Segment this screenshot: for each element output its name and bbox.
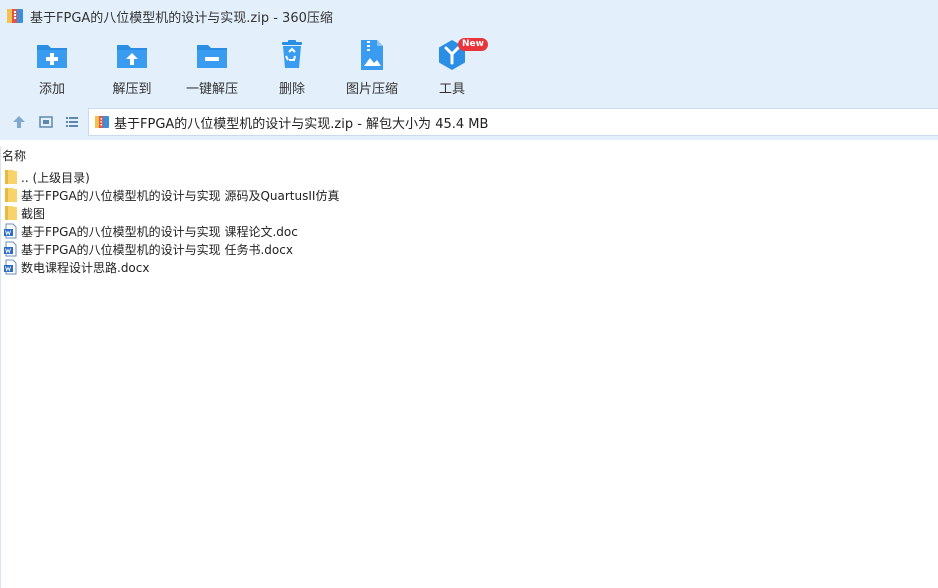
one-click-extract-button[interactable]: 一键解压 (172, 38, 252, 100)
word-document-icon (4, 223, 17, 239)
file-name: 基于FPGA的八位模型机的设计与实现 课程论文.doc (21, 224, 298, 239)
add-label: 添加 (38, 82, 65, 97)
list-item[interactable]: 基于FPGA的八位模型机的设计与实现 源码及QuartusII仿真 (0, 186, 938, 204)
file-name: 基于FPGA的八位模型机的设计与实现 任务书.docx (21, 242, 293, 257)
file-name: .. (上级目录) (21, 170, 90, 185)
up-level-button[interactable] (9, 112, 29, 132)
toolbar: 添加 解压到 一键解压 删除 图片压缩 New 工具 (0, 32, 938, 104)
image-compress-label: 图片压缩 (345, 82, 398, 97)
delete-button[interactable]: 删除 (252, 38, 332, 100)
extract-to-button[interactable]: 解压到 (92, 38, 172, 100)
extract-to-icon (117, 45, 147, 68)
new-badge: New (458, 38, 488, 51)
image-compress-icon (361, 40, 383, 70)
file-name: 数电课程设计思路.docx (21, 260, 150, 275)
zip-archive-icon (95, 116, 109, 128)
file-name: 基于FPGA的八位模型机的设计与实现 源码及QuartusII仿真 (21, 188, 340, 203)
list-item[interactable]: 基于FPGA的八位模型机的设计与实现 课程论文.doc (0, 222, 938, 240)
folder-icon (5, 170, 17, 184)
thumbnail-view-icon (39, 116, 53, 128)
tools-label: 工具 (438, 82, 465, 97)
title-bar: 基于FPGA的八位模型机的设计与实现.zip - 360压缩 (0, 0, 938, 32)
image-compress-button[interactable]: 图片压缩 (332, 38, 412, 100)
word-document-icon (4, 259, 17, 275)
folder-icon (5, 188, 17, 202)
path-field[interactable]: 基于FPGA的八位模型机的设计与实现.zip - 解包大小为 45.4 MB (88, 108, 938, 136)
list-view-icon (66, 117, 78, 127)
window-title: 基于FPGA的八位模型机的设计与实现.zip - 360压缩 (30, 10, 333, 26)
one-click-extract-icon (197, 45, 227, 68)
list-view-button[interactable] (62, 112, 82, 132)
thumbnail-view-button[interactable] (36, 112, 56, 132)
recycle-bin-icon (282, 40, 302, 68)
list-item[interactable]: 基于FPGA的八位模型机的设计与实现 任务书.docx (0, 240, 938, 258)
folder-icon (5, 206, 17, 220)
arrow-up-icon (13, 116, 25, 128)
file-name: 截图 (21, 206, 46, 221)
extract-to-label: 解压到 (112, 82, 152, 97)
zip-archive-icon (7, 9, 23, 23)
column-header-row: 名称 (0, 146, 938, 164)
list-item[interactable]: .. (上级目录) (0, 168, 938, 186)
one-click-extract-label: 一键解压 (185, 82, 238, 97)
word-document-icon (4, 241, 17, 257)
tools-button[interactable]: New 工具 (412, 38, 492, 100)
address-bar: 基于FPGA的八位模型机的设计与实现.zip - 解包大小为 45.4 MB (0, 104, 938, 140)
list-item[interactable]: 数电课程设计思路.docx (0, 258, 938, 276)
add-button[interactable]: 添加 (12, 38, 92, 100)
archive-path: 基于FPGA的八位模型机的设计与实现.zip - 解包大小为 45.4 MB (114, 116, 489, 132)
column-header-name[interactable]: 名称 (2, 147, 26, 164)
file-list: .. (上级目录) 基于FPGA的八位模型机的设计与实现 源码及QuartusI… (0, 168, 938, 276)
list-item[interactable]: 截图 (0, 204, 938, 222)
delete-label: 删除 (278, 82, 305, 97)
add-folder-icon (37, 45, 67, 68)
